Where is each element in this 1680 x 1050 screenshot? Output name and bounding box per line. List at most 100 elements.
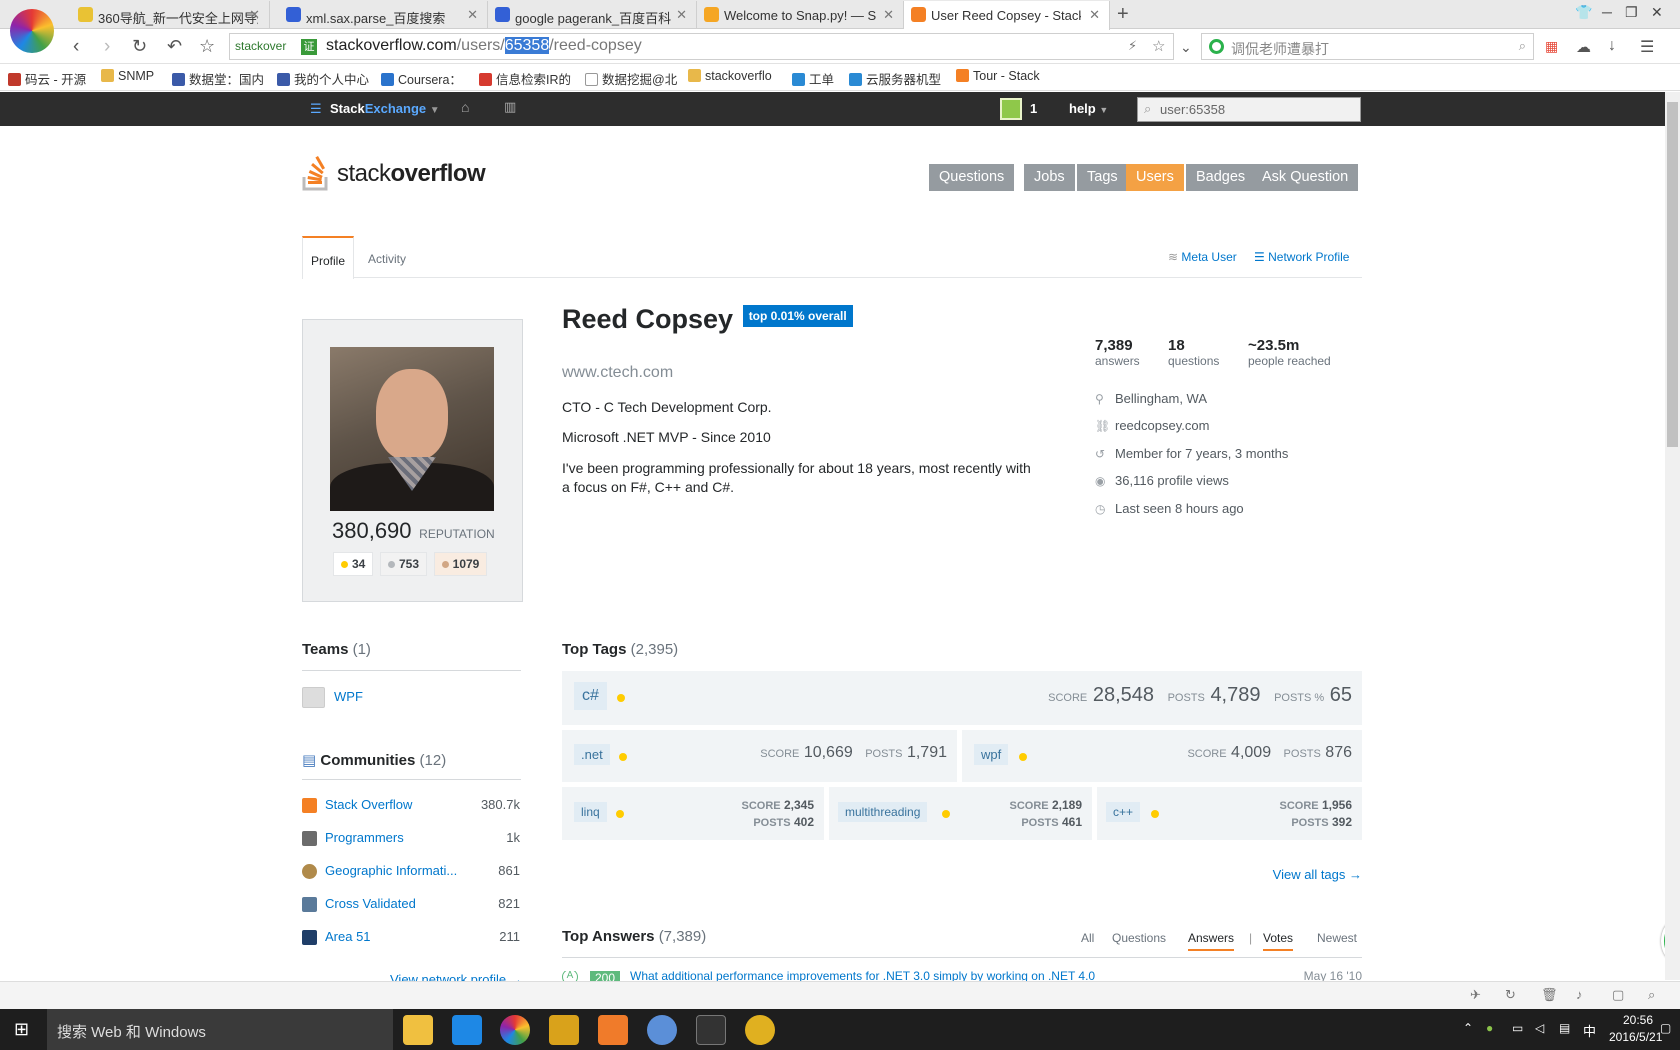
tab-baidu-sax[interactable]: xml.sax.parse_百度搜索 ✕ [279,1,488,29]
shirt-icon[interactable]: 👕 [1575,4,1592,21]
answer-row[interactable]: A 200 What additional performance improv… [562,971,1362,981]
bookmark-item[interactable]: 数据挖掘@北 [585,69,677,88]
tab-snap[interactable]: Welcome to Snap.py! — S ✕ [697,1,904,29]
address-bar[interactable]: stackover 证 stackoverflow.com/users/6535… [229,33,1174,60]
tray-chevron-icon[interactable]: ⌃ [1463,1021,1473,1035]
bookmark-item[interactable]: 码云 - 开源 [8,69,86,88]
clock-date[interactable]: 2016/5/21 [1609,1030,1662,1044]
close-icon[interactable]: ✕ [676,7,687,23]
page-scrollbar[interactable] [1665,92,1680,980]
bookmark-item[interactable]: Tour - Stack [956,69,1040,83]
nav-ask-question[interactable]: Ask Question [1252,164,1359,191]
view-all-tags-link[interactable]: View all tags → [1273,867,1362,882]
profile-photo[interactable] [330,347,494,511]
stat-questions[interactable]: 18 questions [1168,337,1219,368]
bookmark-item[interactable]: 数据堂：国内 [172,69,264,88]
achievements-icon[interactable]: ▥ [504,99,516,115]
back-icon[interactable]: ‹ [73,36,79,58]
360-browser-icon[interactable] [500,1015,530,1045]
nav-users[interactable]: Users [1126,164,1184,191]
bookmark-item[interactable]: SNMP [101,69,154,83]
volume-icon[interactable]: ♪ [1576,987,1583,1002]
inbox-icon[interactable]: ⌂ [461,99,469,115]
tag-row-wpf[interactable]: wpf SCORE 4,009 POSTS 876 [962,730,1362,782]
minimize-icon[interactable]: ─ [1602,4,1612,20]
window-icon[interactable]: ▢ [1612,987,1624,1003]
tag-dotnet[interactable]: .net [574,744,610,765]
windows-start-icon[interactable]: ⊞ [14,1019,29,1040]
tab-activity[interactable]: Activity [360,236,414,278]
gold-badge[interactable]: 34 [333,552,374,576]
bookmark-item[interactable]: 信息检索IR的 [479,69,571,88]
avatar[interactable] [1000,98,1022,120]
browser-logo[interactable] [10,9,54,53]
bookmark-item[interactable]: 云服务器机型 [849,69,941,88]
cloud-icon[interactable]: ☁ [1576,38,1591,56]
stackexchange-menu-icon[interactable]: ☰ [310,101,322,117]
window-close-icon[interactable]: ✕ [1651,4,1663,21]
zoom-icon[interactable]: ⌕ [1648,987,1655,1003]
tab-pagerank[interactable]: google pagerank_百度百科 ✕ [488,1,697,29]
tag-row-multithreading[interactable]: multithreading SCORE 2,189 POSTS 461 [829,787,1092,840]
sort-newest[interactable]: Newest [1317,931,1357,945]
clock-time[interactable]: 20:56 [1623,1013,1653,1027]
browser-search-box[interactable]: 调侃老师遭暴打 ⌕ [1201,33,1534,60]
tool-icon[interactable] [745,1015,775,1045]
nav-badges[interactable]: Badges [1186,164,1256,191]
tag-cpp[interactable]: c++ [1106,802,1141,822]
site-search-input[interactable]: ⌕ user:65358 [1137,97,1361,122]
tag-csharp[interactable]: c# [574,682,607,710]
favorite-star-icon[interactable]: ☆ [1152,37,1165,55]
filter-answers[interactable]: Answers [1188,931,1235,951]
filter-all[interactable]: All [1081,931,1094,945]
tab-stackoverflow[interactable]: User Reed Copsey - Stack ✕ [904,1,1110,30]
bronze-badge[interactable]: 1079 [433,552,488,576]
pin-icon[interactable]: ✈ [1470,987,1481,1003]
tray-app-icon[interactable]: ● [1486,1021,1493,1035]
notification-icon[interactable]: ▤ [1559,1021,1570,1035]
filter-questions[interactable]: Questions [1112,931,1166,945]
reputation-count[interactable]: 1 [1030,101,1037,116]
restore-icon[interactable]: ❐ [1625,4,1638,21]
lightning-icon[interactable]: ⚡ [1128,38,1137,54]
close-icon[interactable]: ✕ [1089,7,1100,23]
star-icon[interactable]: ☆ [199,36,215,57]
close-icon[interactable]: ✕ [467,7,478,23]
certificate-icon[interactable]: 证 [301,39,317,55]
answer-title[interactable]: What additional performance improvements… [630,971,1095,981]
scrollbar-thumb[interactable] [1667,102,1678,447]
bookmark-item[interactable]: Coursera： [381,69,462,88]
trash-icon[interactable]: 🗑 [1541,987,1558,1003]
tag-wpf[interactable]: wpf [974,744,1009,765]
app-icon[interactable] [549,1015,579,1045]
bookmark-item[interactable]: 工单 [792,69,834,88]
close-icon[interactable]: ✕ [249,7,260,23]
nav-jobs[interactable]: Jobs [1024,164,1075,191]
silver-badge[interactable]: 753 [379,552,428,576]
search-icon[interactable]: ⌕ [1519,38,1526,54]
tag-linq[interactable]: linq [574,802,607,822]
tag-row-net[interactable]: .net SCORE 10,669 POSTS 1,791 [562,730,957,782]
nav-questions[interactable]: Questions [929,164,1015,191]
taskbar-search-box[interactable]: 搜索 Web 和 Windows [47,1009,393,1050]
undo-icon[interactable]: ↶ [167,36,182,57]
help-menu[interactable]: help ▼ [1069,101,1108,116]
meta-user-link[interactable]: ≋ Meta User [1168,250,1237,264]
network-profile-link[interactable]: ☰ Network Profile [1254,250,1349,264]
network-icon[interactable]: ▭ [1512,1021,1523,1035]
tag-multithreading[interactable]: multithreading [838,802,928,822]
forward-icon[interactable]: › [104,36,110,58]
refresh-icon[interactable]: ↻ [1505,987,1516,1003]
file-explorer-icon[interactable] [403,1015,433,1045]
tag-row-primary[interactable]: c# SCORE 28,548 POSTS 4,789 POSTS % 65 [562,671,1362,725]
apps-icon[interactable]: ▦ [1545,38,1558,55]
terminal-icon[interactable] [696,1015,726,1045]
tab-profile[interactable]: Profile [302,236,355,279]
tab-360[interactable]: 360导航_新一代安全上网导航 ✕ [71,1,270,29]
stackoverflow-logo[interactable]: stackoverflow [302,153,492,193]
rank-badge[interactable]: top 0.01% overall [742,305,853,327]
input-method[interactable]: 中 [1583,1021,1596,1040]
edge-browser-icon[interactable] [452,1015,482,1045]
tag-row-linq[interactable]: linq SCORE 2,345 POSTS 402 [562,787,824,840]
new-tab-button[interactable]: + [1117,3,1129,26]
